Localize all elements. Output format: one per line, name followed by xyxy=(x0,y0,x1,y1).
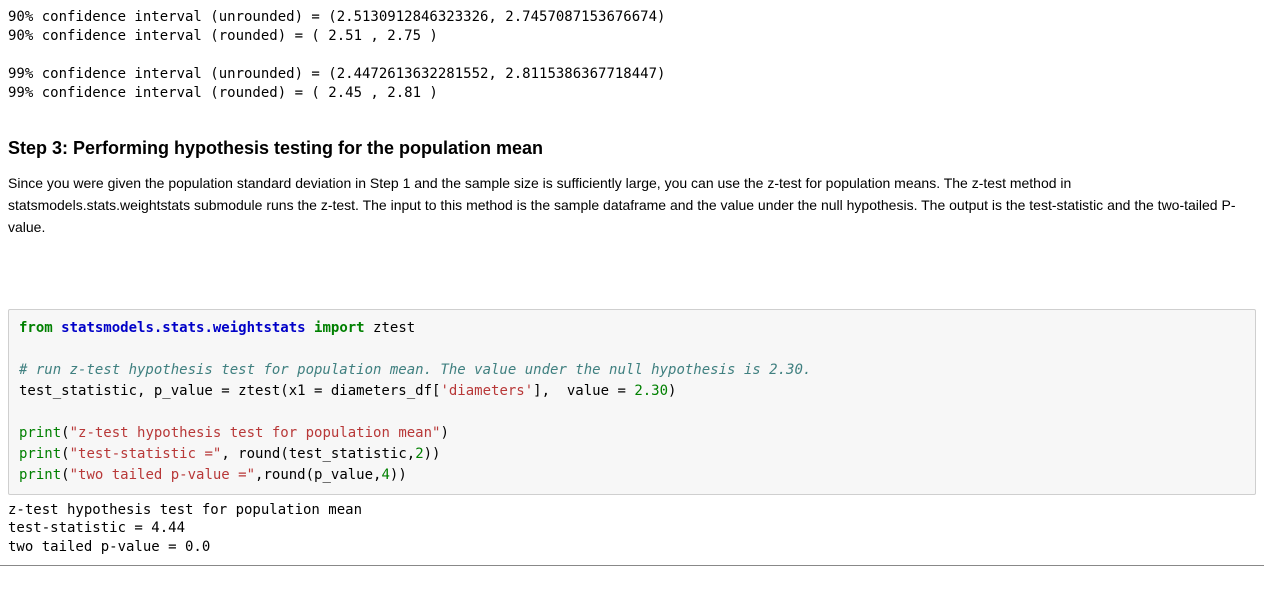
code-assignment: test_statistic, p_value = ztest(x1 = dia… xyxy=(19,383,440,399)
number-literal: 2 xyxy=(415,446,423,462)
open-paren: ( xyxy=(61,425,69,441)
close-paren: ) xyxy=(668,383,676,399)
ztest-output: z-test hypothesis test for population me… xyxy=(8,501,1256,558)
builtin-print: print xyxy=(19,446,61,462)
open-paren: ( xyxy=(61,467,69,483)
builtin-print: print xyxy=(19,425,61,441)
string-literal: "two tailed p-value =" xyxy=(70,467,255,483)
module-path: statsmodels.stats.weightstats xyxy=(61,320,305,336)
number-literal: 4 xyxy=(381,467,389,483)
close-paren: ) xyxy=(440,425,448,441)
output-line: test-statistic = 4.44 xyxy=(8,520,185,536)
close-paren: )) xyxy=(424,446,441,462)
code-text: ,round(p_value, xyxy=(255,467,381,483)
code-cell[interactable]: from statsmodels.stats.weightstats impor… xyxy=(8,309,1256,495)
output-line: 90% confidence interval (rounded) = ( 2.… xyxy=(8,28,438,44)
keyword-from: from xyxy=(19,320,53,336)
keyword-import: import xyxy=(314,320,365,336)
step-3-heading: Step 3: Performing hypothesis testing fo… xyxy=(8,138,1256,159)
code-text: , round(test_statistic, xyxy=(221,446,415,462)
code-comment: # run z-test hypothesis test for populat… xyxy=(19,362,811,378)
close-paren: )) xyxy=(390,467,407,483)
output-line: 99% confidence interval (unrounded) = (2… xyxy=(8,66,665,82)
open-paren: ( xyxy=(61,446,69,462)
import-name: ztest xyxy=(373,320,415,336)
step-3-description: Since you were given the population stan… xyxy=(8,173,1238,238)
string-literal: "test-statistic =" xyxy=(70,446,222,462)
string-literal: 'diameters' xyxy=(440,383,533,399)
output-line: 99% confidence interval (rounded) = ( 2.… xyxy=(8,85,438,101)
code-text: ], value = xyxy=(533,383,634,399)
number-literal: 2.30 xyxy=(634,383,668,399)
string-literal: "z-test hypothesis test for population m… xyxy=(70,425,441,441)
builtin-print: print xyxy=(19,467,61,483)
notebook-cell-region: 90% confidence interval (unrounded) = (2… xyxy=(0,0,1264,566)
output-line: two tailed p-value = 0.0 xyxy=(8,539,210,555)
confidence-interval-output: 90% confidence interval (unrounded) = (2… xyxy=(8,8,1256,102)
output-line: 90% confidence interval (unrounded) = (2… xyxy=(8,9,665,25)
output-line: z-test hypothesis test for population me… xyxy=(8,502,362,518)
